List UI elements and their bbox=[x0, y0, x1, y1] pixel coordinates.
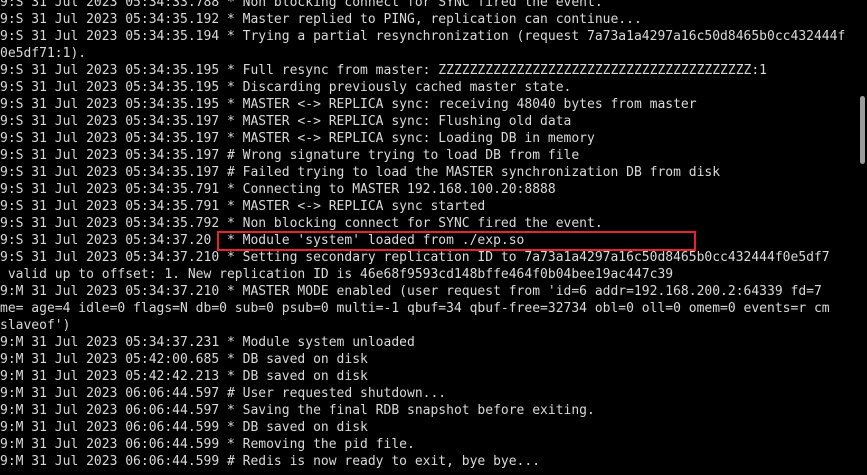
log-line: 9:S 31 Jul 2023 05:34:35.197 * MASTER <-… bbox=[0, 131, 595, 146]
log-line: 9:M 31 Jul 2023 06:06:44.597 * Saving th… bbox=[0, 403, 595, 418]
log-line: 9:S 31 Jul 2023 05:34:35.194 * Trying a … bbox=[0, 29, 846, 44]
log-line: 9:S 31 Jul 2023 05:34:35.197 # Failed tr… bbox=[0, 165, 721, 180]
log-line: 9:M 31 Jul 2023 05:34:37.210 * MASTER MO… bbox=[0, 284, 822, 299]
log-line: 9:S 31 Jul 2023 05:34:35.195 * MASTER <-… bbox=[0, 97, 697, 112]
scrollbar-thumb[interactable] bbox=[860, 96, 865, 164]
log-line: slaveof') bbox=[0, 318, 71, 333]
log-line: me= age=4 idle=0 flags=N db=0 sub=0 psub… bbox=[0, 301, 830, 316]
log-line: 9:M 31 Jul 2023 06:06:44.599 * Removing … bbox=[0, 437, 415, 452]
log-line: 9:S 31 Jul 2023 05:34:35.195 * Discardin… bbox=[0, 80, 572, 95]
vertical-scrollbar[interactable] bbox=[858, 0, 867, 475]
log-line: 9:S 31 Jul 2023 05:34:35.197 # Wrong sig… bbox=[0, 148, 580, 163]
log-line: 9:M 31 Jul 2023 06:06:44.599 * DB saved … bbox=[0, 420, 368, 435]
log-line: 9:M 31 Jul 2023 06:06:44.599 # Redis is … bbox=[0, 454, 541, 469]
log-line: 9:S 31 Jul 2023 05:34:37.210 * Setting s… bbox=[0, 250, 830, 265]
terminal-log-output[interactable]: 9:S 31 Jul 2023 05:34:33.788 * Non block… bbox=[0, 0, 858, 470]
log-line: 0e5df71:1). bbox=[0, 46, 87, 61]
log-line: 9:M 31 Jul 2023 05:42:42.213 * DB saved … bbox=[0, 369, 368, 384]
log-line: 9:S 31 Jul 2023 05:34:35.792 * Non block… bbox=[0, 216, 603, 231]
log-line: 9:S 31 Jul 2023 05:34:35.195 * Full resy… bbox=[0, 63, 768, 78]
log-line: 9:M 31 Jul 2023 05:42:00.685 * DB saved … bbox=[0, 352, 368, 367]
log-line: 9:S 31 Jul 2023 05:34:35.192 * Master re… bbox=[0, 12, 642, 27]
log-line: 9:S 31 Jul 2023 05:34:33.788 * Non block… bbox=[0, 0, 603, 10]
log-line: 9:S 31 Jul 2023 05:34:35.791 * Connectin… bbox=[0, 182, 556, 197]
log-line: 9:M 31 Jul 2023 06:06:44.597 # User requ… bbox=[0, 386, 447, 401]
log-line: 9:S 31 Jul 2023 05:34:35.791 * MASTER <-… bbox=[0, 199, 486, 214]
log-line: 9:S 31 Jul 2023 05:34:35.197 * MASTER <-… bbox=[0, 114, 572, 129]
log-line: 9:S 31 Jul 2023 05:34:37.20 * Module 'sy… bbox=[0, 233, 525, 248]
log-line: valid up to offset: 1. New replication I… bbox=[0, 267, 674, 282]
log-line: 9:M 31 Jul 2023 05:34:37.231 * Module sy… bbox=[0, 335, 415, 350]
terminal-window[interactable]: 9:S 31 Jul 2023 05:34:33.788 * Non block… bbox=[0, 0, 867, 475]
